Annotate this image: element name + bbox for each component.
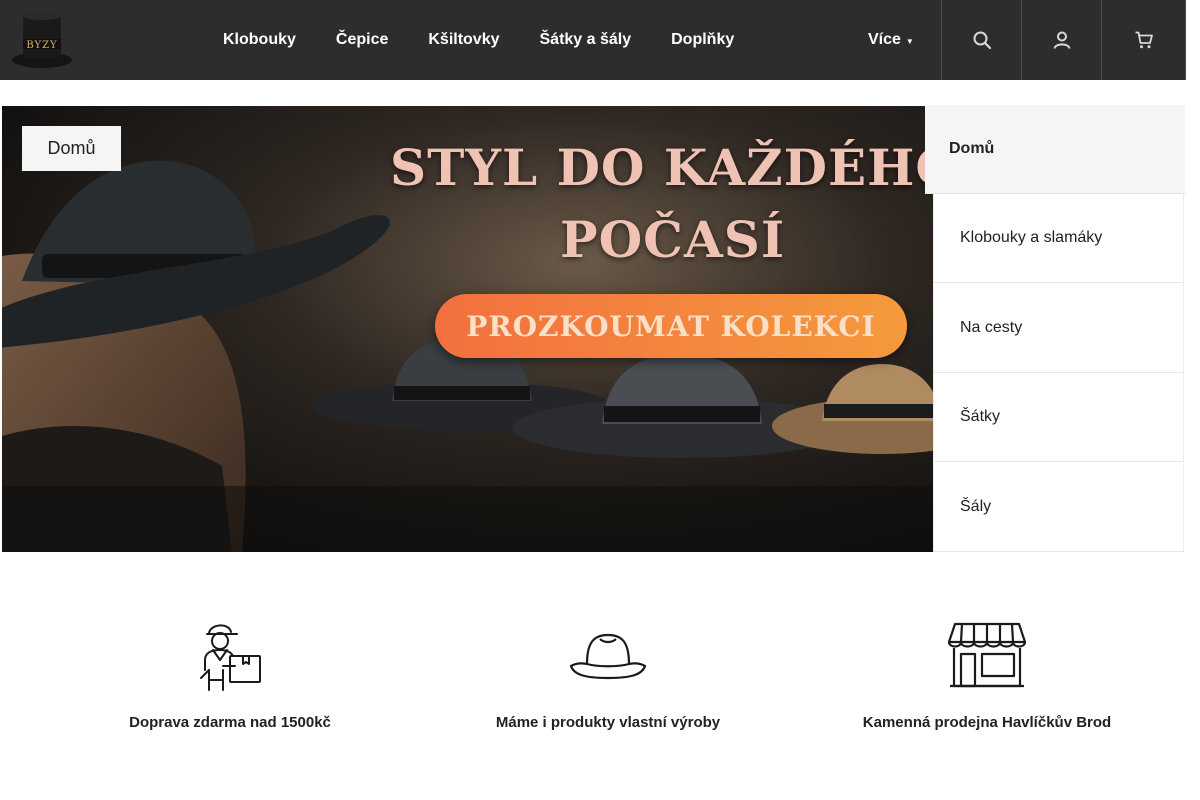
- cart-button[interactable]: [1101, 0, 1186, 80]
- search-icon: [973, 31, 991, 50]
- nav-item-satky-a-saly[interactable]: Šátky a šály: [520, 31, 652, 49]
- side-item-satky[interactable]: Šátky: [933, 373, 1184, 462]
- hat-icon: [569, 633, 647, 680]
- hero-banner[interactable]: STYL DO KAŽDÉHO POČASÍ PROZKOUMAT KOLEKC…: [2, 106, 933, 552]
- account-button[interactable]: [1021, 0, 1101, 80]
- feature-free-delivery: Doprava zdarma nad 1500kč: [70, 620, 390, 731]
- feature-label: Kamenná prodejna Havlíčkův Brod: [862, 714, 1112, 731]
- nav-item-cepice[interactable]: Čepice: [316, 31, 408, 49]
- logo[interactable]: BYZY: [10, 11, 74, 69]
- hero-title-line2: POČASÍ: [560, 210, 786, 269]
- category-side-menu: Domů Klobouky a slamáky Na cesty Šátky Š…: [925, 105, 1185, 553]
- hero-title-line1: STYL DO KAŽDÉHO: [390, 138, 933, 197]
- feature-own-production: Máme i produkty vlastní výroby: [448, 620, 768, 731]
- more-label: Více: [868, 31, 901, 48]
- cart-icon: [1135, 31, 1153, 49]
- site-header: BYZY Klobouky Čepice Kšiltovky Šátky a š…: [0, 0, 1186, 80]
- nav-item-ksiltovky[interactable]: Kšiltovky: [408, 31, 519, 49]
- nav-item-klobouky[interactable]: Klobouky: [203, 31, 316, 49]
- side-item-na-cesty[interactable]: Na cesty: [933, 284, 1184, 373]
- user-icon: [1053, 31, 1070, 49]
- explore-collection-button[interactable]: PROZKOUMAT KOLEKCI: [435, 294, 907, 358]
- svg-text:BYZY: BYZY: [26, 40, 57, 51]
- nav-item-doplnky[interactable]: Doplňky: [651, 31, 754, 49]
- chevron-down-icon: ▼: [905, 37, 914, 46]
- hero-home-badge[interactable]: Domů: [22, 126, 121, 171]
- feature-label: Doprava zdarma nad 1500kč: [129, 714, 331, 731]
- main-nav: Klobouky Čepice Kšiltovky Šátky a šály D…: [203, 0, 754, 80]
- feature-label: Máme i produkty vlastní výroby: [495, 714, 721, 731]
- side-item-saly[interactable]: Šály: [933, 463, 1184, 552]
- store-icon: [947, 622, 1027, 688]
- side-item-domu[interactable]: Domů: [925, 105, 1185, 194]
- delivery-person-icon: [200, 624, 261, 691]
- top-hat-logo-icon: BYZY: [12, 12, 72, 68]
- more-menu-button[interactable]: Více ▼: [868, 0, 914, 80]
- search-button[interactable]: [941, 0, 1021, 80]
- side-item-klobouky-a-slamaky[interactable]: Klobouky a slamáky: [933, 194, 1184, 283]
- feature-physical-store: Kamenná prodejna Havlíčkův Brod: [827, 620, 1147, 731]
